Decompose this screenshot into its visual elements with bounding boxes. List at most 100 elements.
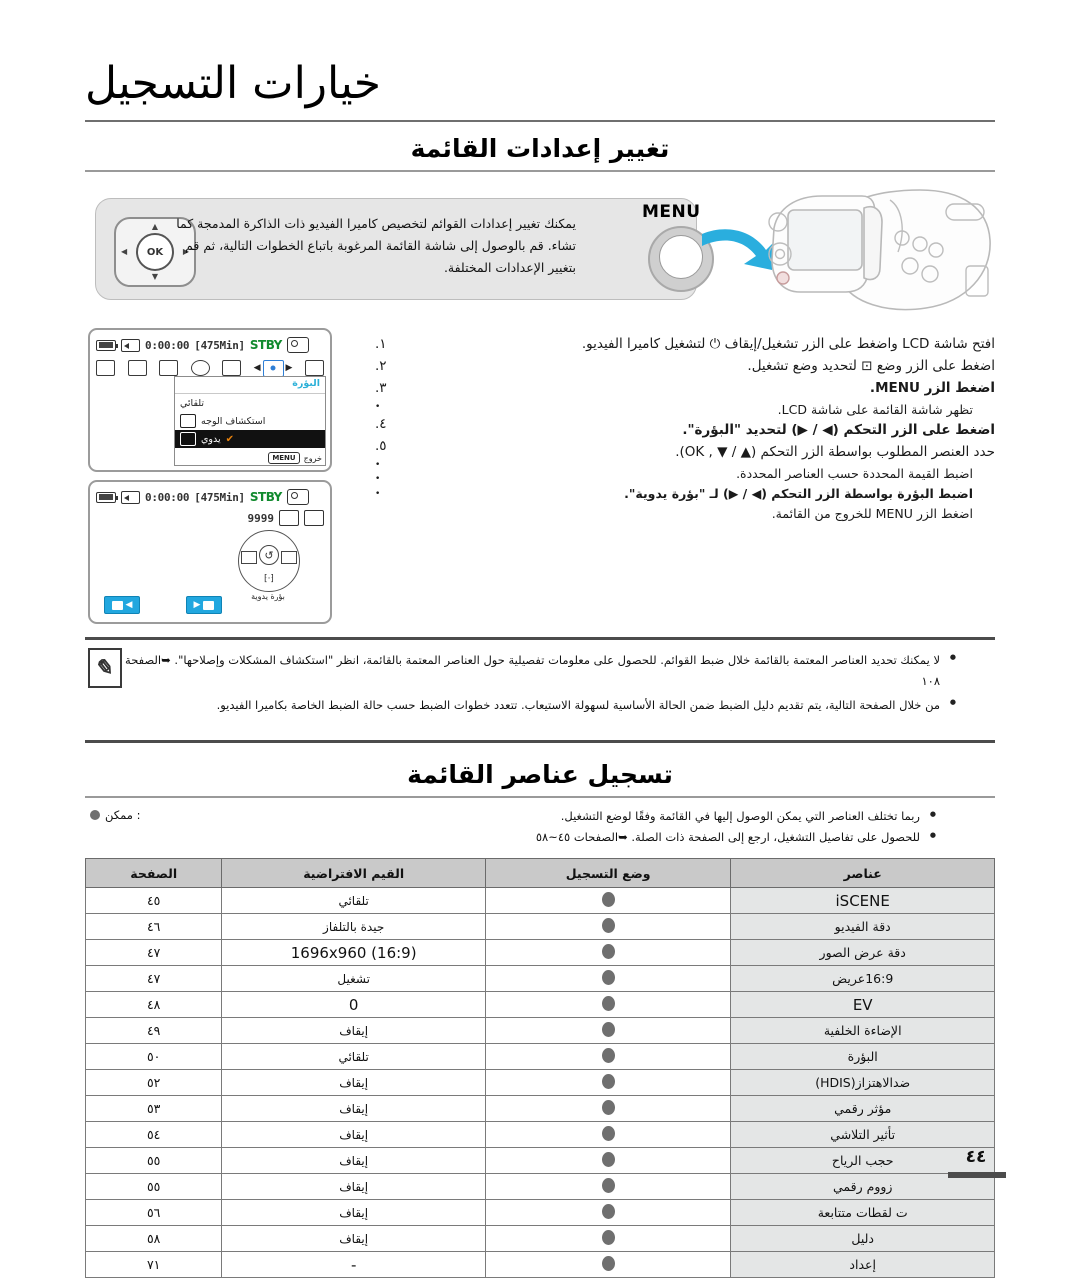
steps-list: افتح شاشة LCD واضغط على الزر تشغيل/إيقاف… bbox=[375, 334, 995, 524]
joystick-down-icon: ▼ bbox=[151, 272, 159, 281]
table-row: زووم رقمي إيقاف ٥٥ bbox=[84, 1173, 995, 1200]
cell-record-mode bbox=[484, 1095, 732, 1122]
table-row: البؤرة تلقائي ٥٠ bbox=[84, 1043, 995, 1070]
checkmark-icon: ✔ bbox=[225, 433, 235, 445]
note-top-rule bbox=[85, 637, 995, 640]
table-row: دقة الفيديو جيدة بالتلفاز ٤٦ bbox=[84, 913, 995, 940]
notes-list: لا يمكنك تحديد العناصر المعتمة بالقائمة … bbox=[120, 650, 956, 718]
face-detect-icon bbox=[180, 414, 196, 428]
cell-default-value: إيقاف bbox=[221, 1069, 486, 1096]
exposure-icon[interactable] bbox=[190, 360, 210, 376]
battery-icon bbox=[96, 339, 118, 351]
cell-record-mode bbox=[484, 1173, 732, 1200]
cell-item-name: تأثير التلاشي bbox=[730, 1121, 995, 1148]
col-header-record-mode: وضع التسجيل bbox=[484, 858, 732, 888]
lcd-screen-menu: 0:00:00 [475Min] STBY ◀ ▶ البؤرة تلقائي bbox=[88, 328, 332, 472]
table-row: مؤثر رقمي إيقاف ٥٣ bbox=[84, 1095, 995, 1122]
lcd2-status-bar: 0:00:00 [475Min] STBY bbox=[96, 487, 324, 507]
cell-record-mode bbox=[484, 1199, 732, 1226]
cell-page-ref: ٤٧ bbox=[84, 939, 223, 966]
focus-option-face-detect[interactable]: استكشاف الوجه bbox=[175, 412, 325, 430]
cell-item-name: إعداد bbox=[730, 1251, 995, 1278]
cell-item-name: 16:9عريض bbox=[730, 965, 995, 992]
legend-text: : ممكن bbox=[105, 808, 141, 822]
focus-bracket-icon: ⁅·⁆ bbox=[264, 574, 274, 584]
available-dot-icon bbox=[601, 995, 615, 1011]
chevron-right-icon: ▶ bbox=[285, 363, 293, 373]
cell-record-mode bbox=[484, 1147, 732, 1174]
available-dot-icon bbox=[601, 1073, 615, 1089]
widescreen-icon[interactable] bbox=[159, 360, 179, 376]
chevron-left-icon: ◀ bbox=[125, 600, 133, 610]
focus-option-face-detect-label: استكشاف الوجه bbox=[201, 415, 266, 427]
cell-page-ref: ٥٥ bbox=[84, 1173, 223, 1200]
photo-quality-icon bbox=[304, 510, 324, 526]
cell-page-ref: ٤٩ bbox=[84, 1017, 223, 1044]
step-3-text: اضغط الزر MENU. bbox=[869, 379, 995, 396]
cell-page-ref: ٥٤ bbox=[84, 1121, 223, 1148]
scene-icon[interactable] bbox=[96, 360, 115, 376]
tele-icon bbox=[203, 600, 215, 610]
page-number: ٤٤ bbox=[965, 1147, 987, 1167]
focus-near-icon[interactable] bbox=[241, 551, 257, 565]
focus-icon-selected[interactable]: ◀ ▶ bbox=[253, 359, 293, 377]
backlight-icon[interactable] bbox=[222, 360, 242, 376]
zoom-wide-button[interactable]: ◀ bbox=[104, 596, 140, 614]
note-bottom-rule bbox=[85, 740, 995, 743]
chevron-left-icon: ◀ bbox=[253, 363, 261, 373]
cell-item-name: EV bbox=[730, 991, 995, 1018]
available-dot-icon bbox=[601, 1099, 615, 1115]
lcd1-remaining: [475Min] bbox=[194, 338, 245, 352]
step-3-sub-text: تظهر شاشة القائمة على شاشة LCD. bbox=[777, 401, 973, 417]
zoom-tele-button[interactable]: ▶ bbox=[186, 596, 222, 614]
cell-default-value: إيقاف bbox=[221, 1173, 486, 1200]
section2-bullets: ربما تختلف العناصر التي يمكن الوصول إليه… bbox=[130, 806, 936, 848]
section2-title: تسجيل عناصر القائمة bbox=[407, 760, 673, 789]
intro-text: يمكنك تغيير إعدادات القوائم لتخصيص كامير… bbox=[176, 216, 576, 275]
step-3-number: ٣. bbox=[375, 379, 387, 396]
focus-option-manual-label: يدوي bbox=[201, 433, 221, 445]
anti-shake-icon[interactable] bbox=[304, 360, 324, 376]
available-dot-icon bbox=[601, 969, 615, 985]
table-row: حجب الرياح إيقاف ٥٥ bbox=[84, 1147, 995, 1174]
focus-far-icon[interactable] bbox=[281, 551, 297, 565]
step-2-number: ٢. bbox=[375, 357, 387, 374]
available-dot-icon bbox=[601, 1021, 615, 1037]
step-5-sub3-bullet: • bbox=[375, 489, 381, 500]
table-row: دقة عرض الصور 1696x960 (16:9) ٤٧ bbox=[84, 939, 995, 966]
section2-bullet: ربما تختلف العناصر التي يمكن الوصول إليه… bbox=[130, 806, 936, 827]
step-1-number: ١. bbox=[375, 336, 387, 352]
chevron-right-icon: ▶ bbox=[193, 600, 201, 610]
focus-option-auto[interactable]: تلقائي bbox=[175, 394, 325, 412]
focus-menu-exit[interactable]: خروج MENU bbox=[268, 452, 322, 464]
resolution-icon[interactable] bbox=[127, 360, 147, 376]
menu-button-label: MENU bbox=[642, 202, 701, 222]
camcorder-mode-icon bbox=[286, 489, 309, 505]
page-title: خيارات التسجيل bbox=[85, 58, 995, 109]
exit-label: خروج bbox=[303, 453, 322, 463]
col-header-default: القيم الافتراضية bbox=[221, 858, 486, 888]
cell-record-mode bbox=[484, 1017, 732, 1044]
section2-bullet: للحصول على تفاصيل التشغيل، ارجع إلى الصف… bbox=[130, 827, 936, 848]
cell-default-value: إيقاف bbox=[221, 1225, 486, 1252]
table-row: EV 0 ٤٨ bbox=[84, 991, 995, 1018]
manual-page: خيارات التسجيل تغيير إعدادات القائمة ▲ ▼… bbox=[0, 0, 1080, 1278]
header-divider bbox=[85, 120, 995, 122]
cell-default-value: - bbox=[221, 1251, 486, 1278]
cell-item-name: ت لقطات متتابعة bbox=[730, 1199, 995, 1226]
table-row: دليل إيقاف ٥٨ bbox=[84, 1225, 995, 1252]
table-row: إعداد -٧١ bbox=[84, 1251, 995, 1278]
manual-focus-dial[interactable]: ↺ ⁅·⁆ bbox=[238, 530, 300, 592]
table-header-row: عناصر وضع التسجيل القيم الافتراضية الصفح… bbox=[84, 858, 995, 888]
focus-option-manual[interactable]: ✔ يدوي bbox=[175, 430, 325, 448]
available-dot-icon bbox=[601, 1125, 615, 1141]
available-dot-icon bbox=[601, 943, 615, 959]
memory-card-icon bbox=[121, 338, 140, 352]
legend: : ممكن bbox=[90, 808, 140, 822]
cell-page-ref: ٥٣ bbox=[84, 1095, 223, 1122]
return-icon[interactable]: ↺ bbox=[259, 545, 279, 565]
cell-record-mode bbox=[484, 1121, 732, 1148]
chapter-title-text: خيارات التسجيل bbox=[85, 58, 381, 109]
cell-item-name: مؤثر رقمي bbox=[730, 1095, 995, 1122]
page-number-bar bbox=[948, 1172, 1006, 1178]
